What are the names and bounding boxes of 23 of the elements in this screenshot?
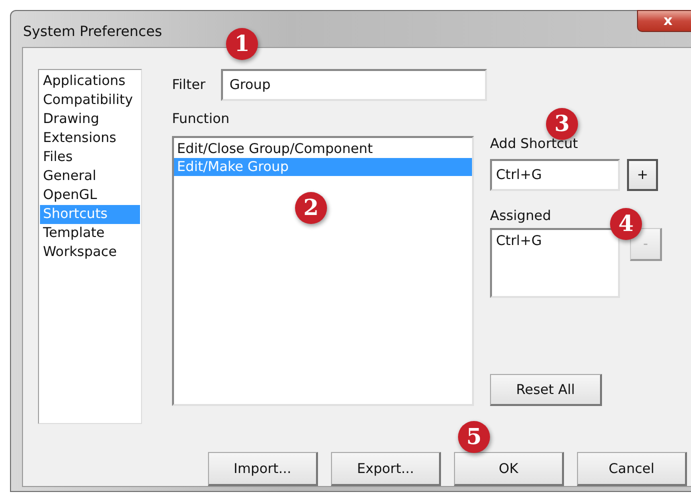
assigned-label: Assigned [490, 208, 552, 224]
reset-all-button[interactable]: Reset All [490, 374, 602, 406]
filter-field[interactable]: Group [221, 69, 488, 101]
category-item[interactable]: Template [40, 224, 140, 243]
category-item[interactable]: Workspace [40, 243, 140, 262]
dialog-button[interactable]: Cancel [577, 452, 687, 486]
function-label: Function [172, 111, 230, 127]
dialog-button[interactable]: Export... [331, 452, 441, 486]
category-item[interactable]: Drawing [40, 110, 140, 129]
dialog-button[interactable]: OK [454, 452, 564, 486]
dialog-button[interactable]: Import... [208, 452, 318, 486]
category-item[interactable]: General [40, 167, 140, 186]
function-item[interactable]: Edit/Close Group/Component [174, 140, 472, 158]
shortcut-field[interactable]: Ctrl+G [490, 159, 620, 191]
close-button[interactable]: x [637, 10, 691, 32]
category-item[interactable]: Compatibility [40, 91, 140, 110]
category-item[interactable]: Applications [40, 72, 140, 91]
add-button[interactable]: + [627, 159, 658, 191]
filter-label: Filter [172, 77, 206, 93]
category-item[interactable]: Extensions [40, 129, 140, 148]
category-item[interactable]: OpenGL [40, 186, 140, 205]
window-title: System Preferences [23, 24, 162, 40]
category-item[interactable]: Files [40, 148, 140, 167]
